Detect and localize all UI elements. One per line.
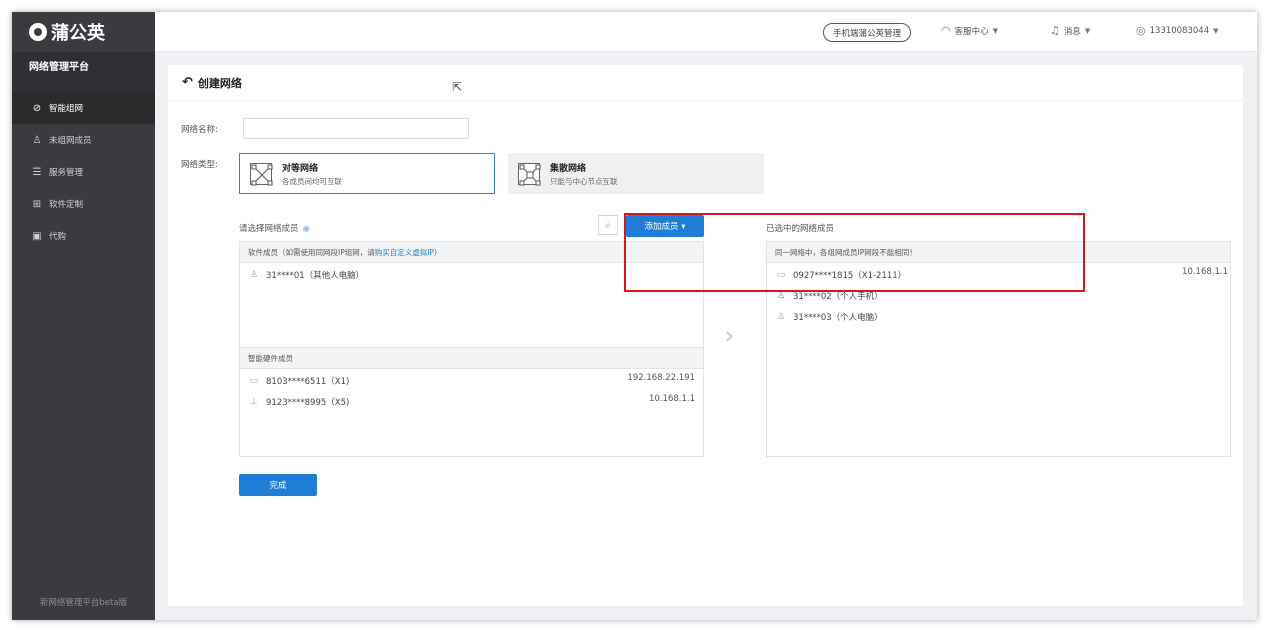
account-label: 13310083044 — [1149, 25, 1210, 36]
buy-virtual-ip-link[interactable]: 购买自定义虚拟IP — [375, 247, 434, 258]
member-ip: 192.168.22.191 — [627, 373, 695, 383]
software-head-text: 软件成员（如需使用同网段IP组网，请 — [248, 247, 375, 257]
type-desc: 各成员间均可互联 — [282, 176, 342, 186]
member-name: 31****03（个人电脑） — [793, 312, 883, 323]
hardware-members-header: 智能硬件成员 — [240, 348, 703, 369]
chevron-right-icon[interactable]: › — [724, 321, 734, 351]
list-item[interactable]: ♙ 31****03（个人电脑） — [767, 306, 1230, 327]
beta-link[interactable]: 新网络管理平台beta版 — [12, 596, 155, 608]
user-icon: ♙ — [32, 134, 42, 146]
select-members-label: 请选择网络成员 ◉ — [239, 222, 310, 234]
account-icon: ◎ — [1136, 24, 1146, 37]
account-menu[interactable]: ◎ 13310083044 ▼ — [1136, 24, 1219, 37]
mobile-manage-button[interactable]: 手机端蒲公英管理 — [823, 23, 912, 42]
create-network-card: ↶ 创建网络 网络名称: 网络类型: 对等网络 各成员间均可互联 集散网络 只能… — [168, 65, 1243, 606]
list-item[interactable]: ▭ 8103****6511（X1) 192.168.22.191 — [240, 370, 703, 391]
network-icon: ⊘ — [32, 102, 42, 114]
cart-icon: ▣ — [32, 230, 42, 242]
sidebar-item-smart-network[interactable]: ⊘ 智能组网 — [12, 92, 155, 124]
user-icon: ♙ — [776, 290, 786, 301]
sidebar-item-service-management[interactable]: ☰ 服务管理 — [12, 156, 155, 188]
support-label: 客服中心 — [954, 26, 989, 37]
headset-icon: ◠ — [941, 24, 951, 37]
network-name-label: 网络名称: — [181, 125, 218, 135]
network-type-central-option[interactable]: 集散网络 只能与中心节点互联 — [508, 153, 764, 194]
done-button[interactable]: 完成 — [239, 474, 317, 496]
highlight-box — [624, 213, 1085, 292]
list-item[interactable]: ⊥ 9123****8995（X5) 10.168.1.1 — [240, 391, 703, 412]
p2p-network-icon — [250, 162, 273, 185]
logo-text: 蒲公英 — [51, 23, 105, 44]
network-name-input[interactable] — [243, 118, 469, 139]
messages-menu[interactable]: ♫ 消息 ▼ — [1050, 24, 1090, 37]
search-button[interactable]: ⌕ — [598, 215, 618, 235]
mobile-manage-label: 手机端蒲公英管理 — [833, 28, 902, 39]
member-name: 8103****6511（X1) — [266, 376, 350, 387]
network-type-label: 网络类型: — [181, 160, 218, 170]
list-icon: ☰ — [32, 166, 42, 178]
member-ip: 10.168.1.1 — [649, 394, 695, 404]
type-desc: 只能与中心节点互联 — [550, 176, 618, 186]
bell-icon: ♫ — [1050, 24, 1060, 37]
network-type-p2p-option[interactable]: 对等网络 各成员间均可互联 — [239, 153, 495, 194]
brand-logo[interactable]: 蒲公英 — [12, 12, 155, 52]
eye-icon[interactable]: ◉ — [303, 224, 310, 234]
chevron-down-icon: ▼ — [1084, 26, 1091, 35]
topbar: 手机端蒲公英管理 ◠ 客服中心 ▼ ♫ 消息 ▼ ◎ 13310083044 ▼ — [155, 12, 1257, 52]
member-ip: 10.168.1.1 — [1182, 267, 1228, 277]
software-head-suffix: ） — [433, 247, 442, 257]
sidebar-item-ungrouped-members[interactable]: ♙ 未组网成员 — [12, 124, 155, 156]
search-icon: ⌕ — [605, 219, 611, 231]
user-icon: ♙ — [249, 269, 259, 280]
chevron-down-icon: ▼ — [992, 26, 999, 35]
mouse-cursor-icon: ⇱ — [452, 80, 463, 94]
app-window: 蒲公英 网络管理平台 ⊘ 智能组网 ♙ 未组网成员 ☰ 服务管理 ⊞ 软件定制 … — [12, 12, 1257, 620]
type-title: 对等网络 — [282, 163, 319, 174]
chevron-down-icon: ▼ — [1213, 26, 1219, 35]
sidebar: 蒲公英 网络管理平台 ⊘ 智能组网 ♙ 未组网成员 ☰ 服务管理 ⊞ 软件定制 … — [12, 12, 155, 620]
sidebar-item-software-custom[interactable]: ⊞ 软件定制 — [12, 188, 155, 220]
select-members-text: 请选择网络成员 — [239, 224, 299, 234]
sidebar-item-label: 未组网成员 — [49, 136, 92, 146]
member-name: 9123****8995（X5) — [266, 397, 350, 408]
sidebar-item-label: 代购 — [49, 232, 67, 242]
user-icon: ♙ — [776, 311, 786, 322]
page-title: 创建网络 — [197, 76, 242, 90]
platform-title: 网络管理平台 — [12, 52, 155, 92]
sidebar-item-label: 软件定制 — [49, 200, 84, 210]
type-title: 集散网络 — [550, 163, 587, 174]
member-name: 31****01（其他人电脑） — [266, 270, 365, 281]
router-icon: ▭ — [249, 375, 259, 386]
support-center-menu[interactable]: ◠ 客服中心 ▼ — [941, 24, 998, 37]
back-arrow-icon[interactable]: ↶ — [182, 75, 193, 90]
hub-network-icon — [518, 162, 541, 185]
page-header: ↶ 创建网络 — [168, 65, 1243, 101]
router-icon: ⊥ — [250, 396, 258, 407]
sidebar-item-label: 智能组网 — [49, 104, 84, 114]
grid-icon: ⊞ — [32, 198, 42, 210]
messages-label: 消息 — [1063, 26, 1081, 37]
sidebar-item-label: 服务管理 — [49, 168, 84, 178]
sidebar-item-purchase[interactable]: ▣ 代购 — [12, 220, 155, 252]
dandelion-logo-icon — [29, 23, 47, 41]
